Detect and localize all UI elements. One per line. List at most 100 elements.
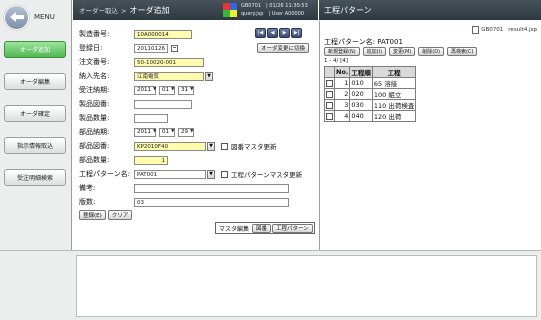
- biko-label: 備考:: [79, 184, 96, 192]
- session-info-line1: GB0701 | 01/26 11:30:53: [241, 3, 308, 9]
- toroku-row: 登録日: 20110126: [79, 43, 178, 53]
- sidebar-item-order-edit[interactable]: オーダ編集: [4, 73, 66, 90]
- koutei-field[interactable]: PAT001: [134, 169, 206, 179]
- seizo-field[interactable]: 10A000014: [134, 29, 192, 39]
- juchu-month-select[interactable]: 01 ▼: [159, 85, 175, 95]
- pattern-name: 工程パターン名: PAT001: [324, 37, 403, 47]
- master-edit-label: マスタ編集: [219, 225, 250, 233]
- nav-last-button[interactable]: ▶|: [291, 28, 302, 38]
- clear-button[interactable]: クリア: [107, 210, 133, 220]
- register-button[interactable]: 登録(E): [79, 210, 106, 220]
- juchu-day-select[interactable]: 31 ▼: [178, 85, 194, 95]
- hansu-field[interactable]: 03: [134, 197, 289, 207]
- koutei-master-button[interactable]: 工程パターン: [272, 223, 313, 233]
- buhin-noki-row: 部品納期: 2011 ▼ 01 ▼ 29 ▼: [79, 127, 197, 137]
- cell-order: 020: [349, 88, 373, 100]
- koutei-master-checkbox[interactable]: [221, 170, 228, 178]
- buhin-suryo-row: 部品数量: 1: [79, 155, 168, 165]
- menu-button[interactable]: MENU: [4, 3, 68, 31]
- table-row[interactable]: 2 020 100 組立: [324, 88, 417, 100]
- sidebar: MENU オーダ追加 オーダ編集 オーダ確定 指示情報取込 受注明細検索: [0, 0, 72, 250]
- screen-id: GB0701: [481, 27, 504, 33]
- juchu-row: 受注納期: 2011 ▼ 01 ▼ 31 ▼: [79, 85, 197, 95]
- sidebar-item-instruction-import[interactable]: 指示情報取込: [4, 137, 66, 154]
- add-button[interactable]: 追加(I): [362, 47, 387, 56]
- seizo-row: 製造番号: 10A000014: [79, 29, 192, 39]
- bottom-panel: [0, 250, 541, 320]
- chumon-row: 注文番号: 50-10020-001: [79, 57, 204, 67]
- seihin-zuban-row: 製品図番:: [79, 99, 192, 109]
- page-file: result4.jsp: [508, 27, 537, 33]
- cell-order: 030: [349, 99, 373, 111]
- seihin-suryo-field[interactable]: [134, 113, 168, 123]
- koutei-dropdown-icon[interactable]: ▼: [207, 169, 215, 179]
- action-row: 登録(E) クリア: [79, 210, 133, 220]
- koutei-master-label: 工程パターンマスタ更新: [231, 171, 303, 179]
- pager: 1 - 4/ [4]: [324, 58, 348, 64]
- row-select-cell: [324, 88, 335, 100]
- table-header-row: No. 工程順 工程: [324, 66, 417, 78]
- zuban-master-button[interactable]: 図番: [252, 223, 272, 233]
- hansu-label: 版数:: [79, 198, 96, 206]
- buhin-suryo-field[interactable]: 1: [134, 155, 168, 165]
- table-row[interactable]: 1 010 65 溶接: [324, 77, 417, 89]
- row-checkbox[interactable]: [326, 79, 333, 87]
- sidebar-item-order-detail-search[interactable]: 受注明細検索: [4, 169, 66, 186]
- chumon-field[interactable]: 50-10020-001: [134, 57, 204, 67]
- seihin-zuban-label: 製品図番:: [79, 100, 110, 108]
- header-bar: オーダー取込 > オーダ追加 GB0701 | 01/26 11:30:53 que…: [73, 0, 318, 20]
- chevron-down-icon: ▼: [190, 129, 194, 134]
- chevron-down-icon: ▼: [171, 129, 175, 134]
- nonyu-field[interactable]: 江南電気: [134, 71, 204, 81]
- chevron-down-icon: ▼: [171, 87, 175, 92]
- row-checkbox[interactable]: [326, 101, 333, 109]
- delete-button[interactable]: 削除(D): [418, 47, 445, 56]
- table-row[interactable]: 3 030 110 出荷検査: [324, 99, 417, 111]
- bottom-content-area: [76, 255, 537, 317]
- table-row[interactable]: 4 040 120 出荷: [324, 110, 417, 122]
- nonyu-dropdown-icon[interactable]: ▼: [205, 71, 213, 81]
- right-pane-title: 工程パターン: [319, 0, 541, 20]
- sidebar-item-order-add[interactable]: オーダ追加: [4, 41, 66, 58]
- buhin-day-select[interactable]: 29 ▼: [178, 127, 194, 137]
- session-info-line2: query.jsp | User A00000: [241, 11, 305, 17]
- row-select-cell: [324, 110, 335, 122]
- cell-process: 120 出荷: [371, 110, 417, 122]
- switch-to-edit-button[interactable]: オーダ変更に切換: [257, 43, 310, 53]
- row-checkbox[interactable]: [326, 90, 333, 98]
- nav-next-button[interactable]: ▶: [279, 28, 290, 38]
- buhin-noki-label: 部品納期:: [79, 128, 110, 136]
- cell-process: 100 組立: [371, 88, 417, 100]
- column-header-order: 工程順: [349, 66, 373, 78]
- calendar-icon[interactable]: [171, 44, 178, 52]
- buhin-month-select[interactable]: 01 ▼: [159, 127, 175, 137]
- sidebar-item-order-confirm[interactable]: オーダ確定: [4, 105, 66, 122]
- nav-prev-button[interactable]: ◀: [267, 28, 278, 38]
- toroku-field[interactable]: 20110126: [134, 43, 168, 53]
- research-button[interactable]: 再検索(C): [447, 47, 478, 56]
- buhin-zuban-row: 部品図番: KP2010F40 ▼ 図番マスタ更新: [79, 141, 277, 151]
- seihin-zuban-field[interactable]: [134, 99, 192, 109]
- buhin-zuban-dropdown-icon[interactable]: ▼: [207, 141, 215, 151]
- buhin-zuban-field[interactable]: KP2010F40: [134, 141, 206, 151]
- juchu-year-select[interactable]: 2011 ▼: [134, 85, 156, 95]
- page-title: オーダ追加: [129, 6, 170, 15]
- modify-button[interactable]: 変更(M): [389, 47, 416, 56]
- buhin-zuban-label: 部品図番:: [79, 142, 110, 150]
- menu-label: MENU: [34, 13, 55, 21]
- new-register-button[interactable]: 新規登録(N): [324, 47, 360, 56]
- row-checkbox[interactable]: [326, 112, 333, 120]
- juchu-label: 受注納期:: [79, 86, 110, 94]
- breadcrumb-parent[interactable]: オーダー取込: [79, 7, 118, 15]
- column-header-process: 工程: [371, 66, 417, 78]
- zuban-master-checkbox[interactable]: [221, 142, 228, 150]
- right-pane-info: GB0701 result4.jsp: [472, 26, 537, 34]
- cell-order: 040: [349, 110, 373, 122]
- zuban-master-label: 図番マスタ更新: [231, 143, 277, 151]
- buhin-year-select[interactable]: 2011 ▼: [134, 127, 156, 137]
- nav-first-button[interactable]: |◀: [255, 28, 266, 38]
- hansu-row: 版数: 03: [79, 197, 289, 207]
- biko-field[interactable]: [134, 183, 289, 193]
- cell-no: 2: [333, 88, 351, 100]
- breadcrumb-separator: >: [121, 7, 127, 15]
